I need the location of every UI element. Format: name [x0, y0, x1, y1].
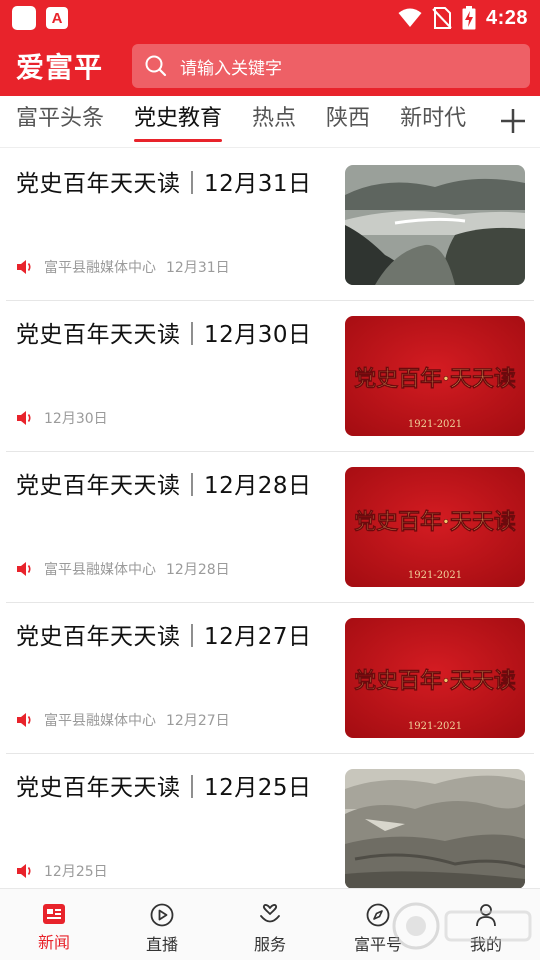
article-thumbnail[interactable]: 党史百年·天天读 1921-2021 [345, 467, 525, 587]
category-tabs: 富平头条 党史教育 热点 陕西 新时代 [0, 96, 540, 148]
speaker-icon[interactable] [16, 410, 34, 426]
article-meta: 12月30日 [16, 408, 108, 428]
article-title: 党史百年天天读｜12月28日 [16, 473, 312, 499]
news-icon [43, 904, 65, 924]
article-item[interactable]: 党史百年天天读｜12月25日 12月25日 [6, 754, 534, 905]
article-item[interactable]: 党史百年天天读｜12月27日 富平县融媒体中心 12月27日 党史百年·天天读 … [6, 603, 534, 754]
banner-text: 党史百年·天天读 [354, 366, 516, 392]
banner-text: 党史百年·天天读 [354, 668, 516, 694]
tab-fuping-headlines[interactable]: 富平头条 [16, 96, 104, 148]
banner-years: 1921-2021 [408, 419, 462, 430]
app-header: 爱富平 请输入关键字 [0, 36, 540, 96]
nav-mine[interactable]: 我的 [432, 889, 540, 960]
speaker-icon[interactable] [16, 561, 34, 577]
tab-shaanxi[interactable]: 陕西 [326, 96, 370, 148]
article-item[interactable]: 党史百年天天读｜12月28日 富平县融媒体中心 12月28日 党史百年·天天读 … [6, 452, 534, 603]
article-item[interactable]: 党史百年天天读｜12月30日 12月30日 党史百年·天天读 1921-2021 [6, 301, 534, 452]
article-meta: 富平县融媒体中心 12月28日 [16, 559, 230, 579]
app-logo: 爱富平 [16, 51, 104, 84]
nav-mine-label: 我的 [469, 935, 502, 954]
article-date: 12月25日 [44, 864, 108, 880]
nav-live-label: 直播 [145, 935, 178, 954]
nav-news-label: 新闻 [37, 933, 70, 952]
article-title: 党史百年天天读｜12月25日 [16, 775, 312, 801]
article-source: 富平县融媒体中心 [44, 562, 156, 578]
nav-news[interactable]: 新闻 [0, 889, 108, 960]
article-thumbnail[interactable] [345, 769, 525, 889]
battery-charging-icon [462, 6, 476, 30]
play-icon [150, 903, 174, 927]
search-bar[interactable]: 请输入关键字 [132, 44, 530, 88]
tab-new-era[interactable]: 新时代 [400, 96, 466, 148]
article-date: 12月31日 [166, 260, 230, 276]
clock: 4:28 [485, 6, 528, 29]
wifi-icon [398, 8, 422, 27]
notification-app-icon [12, 6, 36, 30]
article-meta: 富平县融媒体中心 12月27日 [16, 710, 230, 730]
nav-fuping-account-label: 富平号 [353, 935, 402, 954]
search-placeholder: 请输入关键字 [180, 58, 282, 79]
banner-years: 1921-2021 [408, 721, 462, 732]
no-sim-icon [432, 7, 452, 29]
add-tab-button[interactable] [496, 104, 530, 138]
article-meta: 12月25日 [16, 861, 108, 881]
plus-icon [501, 109, 525, 133]
article-thumbnail[interactable]: 党史百年·天天读 1921-2021 [345, 618, 525, 738]
banner-years: 1921-2021 [408, 570, 462, 581]
article-date: 12月27日 [166, 713, 230, 729]
article-thumbnail[interactable] [345, 165, 525, 285]
banner-text: 党史百年·天天读 [354, 509, 516, 535]
article-meta: 富平县融媒体中心 12月31日 [16, 257, 230, 277]
bottom-navigation: 新闻 直播 服务 富平号 我的 [0, 888, 540, 960]
tab-party-history[interactable]: 党史教育 [134, 96, 223, 148]
person-icon [476, 904, 496, 927]
article-list: 党史百年天天读｜12月31日 富平县融媒体中心 12月31日 党史百年天天读｜1… [0, 150, 540, 905]
speaker-icon[interactable] [16, 259, 34, 275]
nav-fuping-account[interactable]: 富平号 [324, 889, 432, 960]
nav-service[interactable]: 服务 [216, 889, 324, 960]
article-title: 党史百年天天读｜12月27日 [16, 624, 312, 650]
article-item[interactable]: 党史百年天天读｜12月31日 富平县融媒体中心 12月31日 [6, 150, 534, 301]
app-notification-icon: A [46, 7, 68, 29]
speaker-icon[interactable] [16, 863, 34, 879]
service-icon [260, 904, 280, 923]
nav-service-label: 服务 [253, 935, 286, 954]
article-date: 12月30日 [44, 411, 108, 427]
article-date: 12月28日 [166, 562, 230, 578]
article-source: 富平县融媒体中心 [44, 260, 156, 276]
speaker-icon[interactable] [16, 712, 34, 728]
search-icon [145, 55, 167, 77]
compass-icon [366, 903, 390, 927]
article-title: 党史百年天天读｜12月31日 [16, 171, 312, 197]
nav-live[interactable]: 直播 [108, 889, 216, 960]
article-source: 富平县融媒体中心 [44, 713, 156, 729]
status-bar: A 4:28 [0, 0, 540, 36]
article-title: 党史百年天天读｜12月30日 [16, 322, 312, 348]
tab-hot[interactable]: 热点 [252, 96, 296, 148]
article-thumbnail[interactable]: 党史百年·天天读 1921-2021 [345, 316, 525, 436]
